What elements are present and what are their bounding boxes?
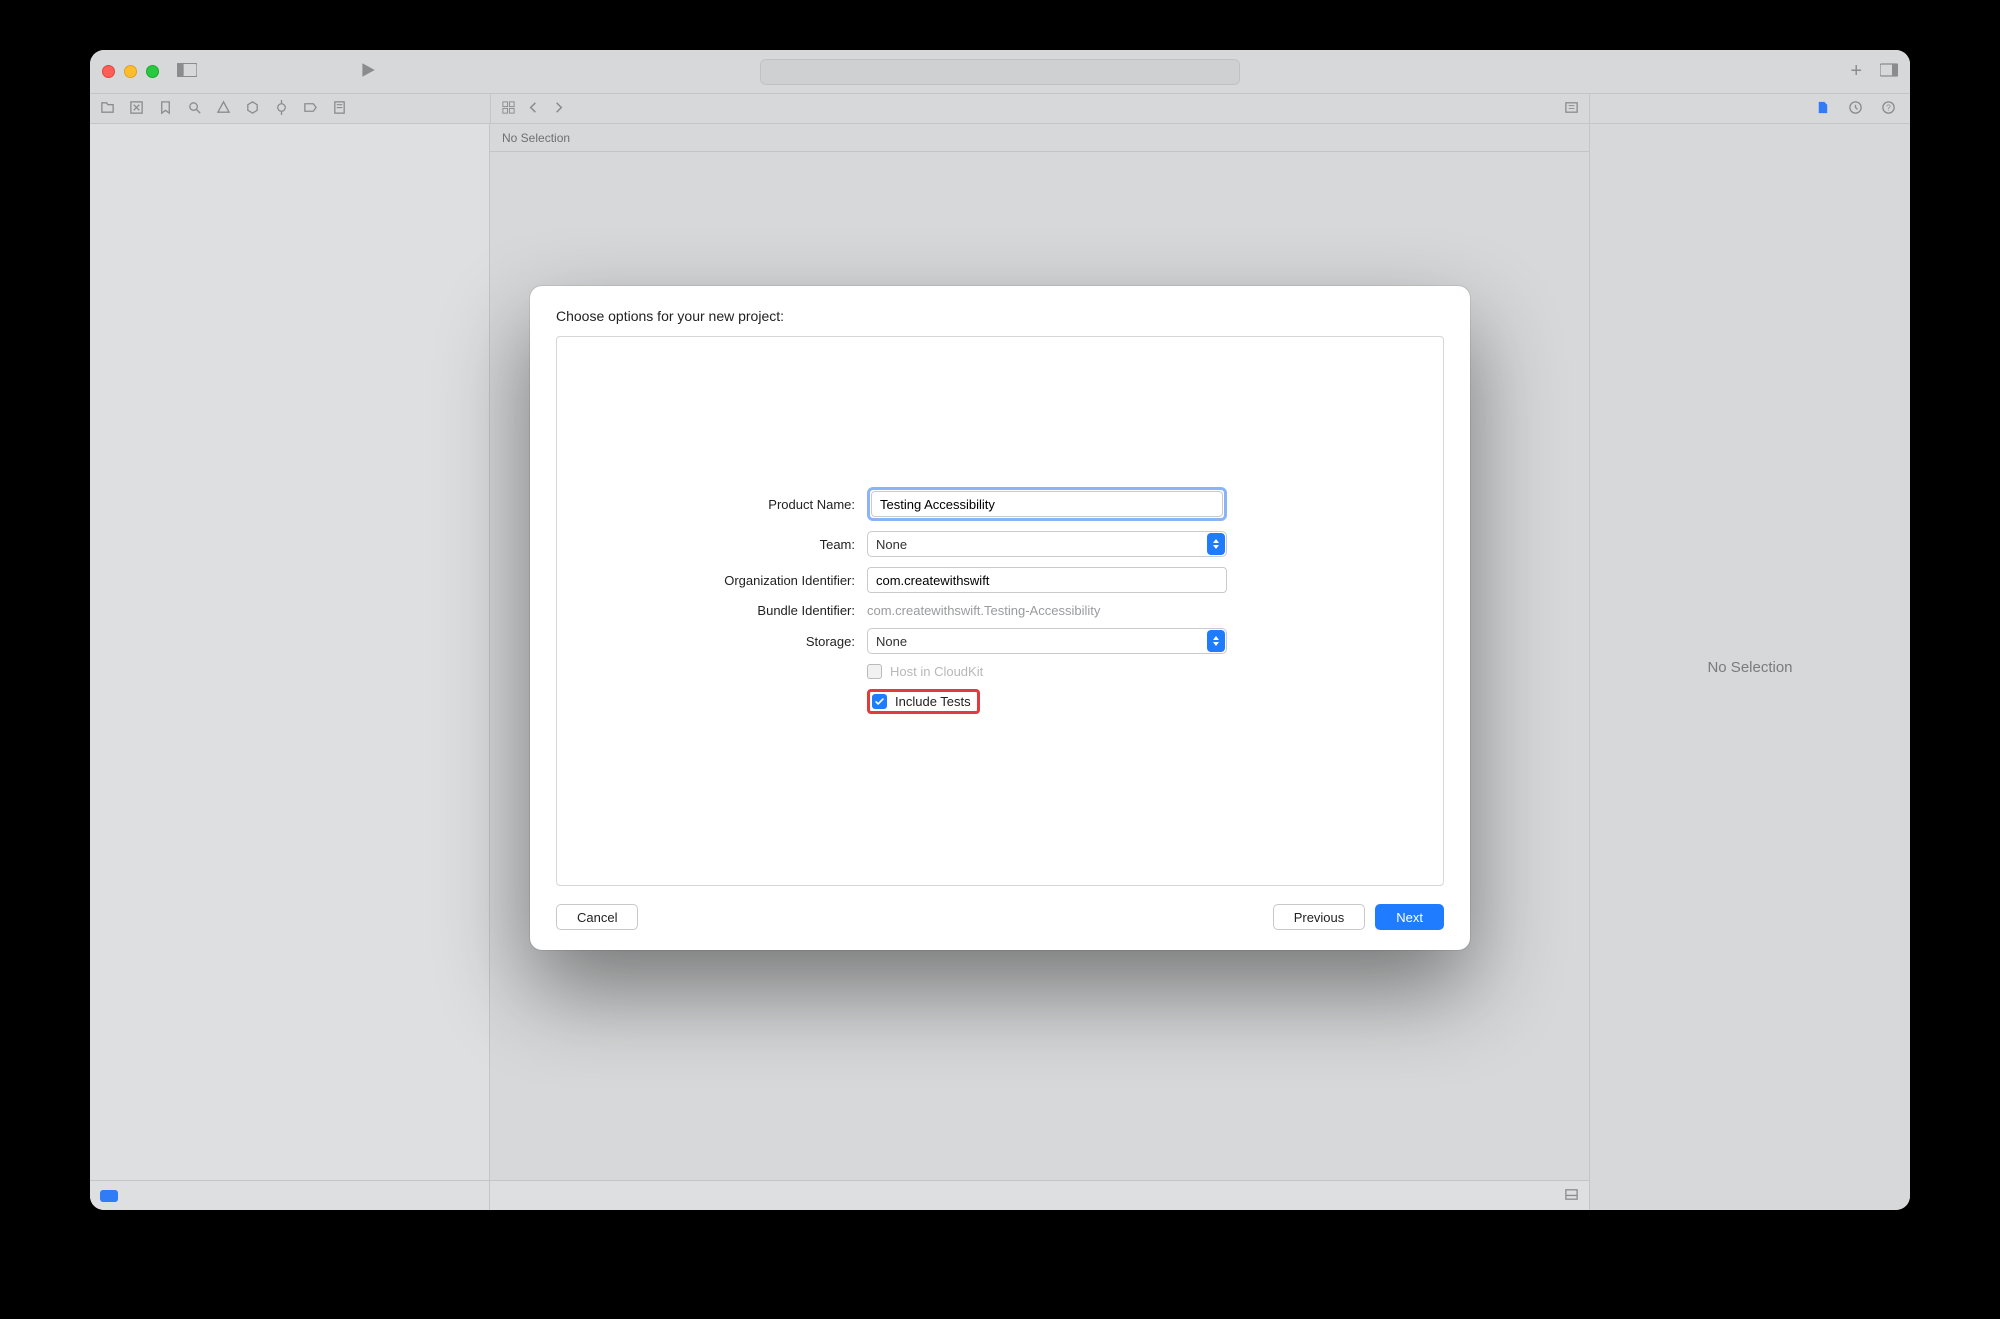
options-form-container: Product Name: Team: None Organization Id… — [556, 336, 1444, 886]
include-tests-checkbox[interactable] — [872, 694, 887, 709]
host-cloudkit-label: Host in CloudKit — [890, 664, 983, 679]
select-arrows-icon — [1207, 533, 1225, 555]
include-tests-highlight: Include Tests — [867, 689, 980, 714]
host-cloudkit-row: Host in CloudKit — [867, 664, 1227, 679]
previous-button[interactable]: Previous — [1273, 904, 1366, 930]
label-storage: Storage: — [557, 634, 857, 649]
xcode-window: + ? — [90, 50, 1910, 1210]
label-team: Team: — [557, 537, 857, 552]
sheet-title: Choose options for your new project: — [556, 308, 1444, 324]
label-bundle-id: Bundle Identifier: — [557, 603, 857, 618]
team-select[interactable]: None — [867, 531, 1227, 557]
team-select-value: None — [876, 537, 907, 552]
storage-select[interactable]: None — [867, 628, 1227, 654]
label-org-id: Organization Identifier: — [557, 573, 857, 588]
organization-identifier-input[interactable] — [867, 567, 1227, 593]
product-name-input[interactable] — [871, 491, 1223, 517]
cancel-button[interactable]: Cancel — [556, 904, 638, 930]
host-cloudkit-checkbox — [867, 664, 882, 679]
label-product-name: Product Name: — [557, 497, 857, 512]
new-project-options-sheet: Choose options for your new project: Pro… — [530, 286, 1470, 950]
options-form: Product Name: Team: None Organization Id… — [557, 487, 1443, 714]
next-button[interactable]: Next — [1375, 904, 1444, 930]
sheet-footer: Cancel Previous Next — [556, 904, 1444, 930]
product-name-focus-ring — [867, 487, 1227, 521]
select-arrows-icon — [1207, 630, 1225, 652]
include-tests-label: Include Tests — [895, 694, 971, 709]
storage-select-value: None — [876, 634, 907, 649]
bundle-identifier-value: com.createwithswift.Testing-Accessibilit… — [867, 603, 1227, 618]
